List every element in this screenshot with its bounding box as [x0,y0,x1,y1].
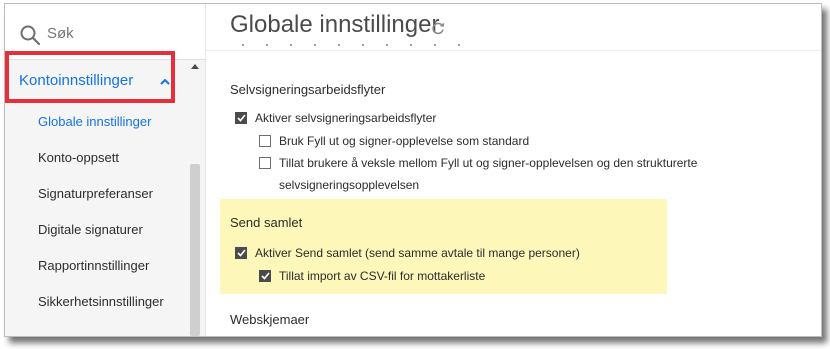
sidebar-scrollbar[interactable] [188,60,202,336]
page-header: Globale innstillinger [206,4,821,51]
search-bar [5,4,205,60]
option-use-fill-sign-default[interactable]: Bruk Fyll ut og signer-opplevelse som st… [259,134,529,148]
option-label: Tillat import av CSV-fil for mottakerlis… [279,269,486,283]
checkmark-icon [236,114,246,122]
sidebar-item-security-settings[interactable]: Sikkerhetsinnstillinger [5,284,188,320]
chevron-up-icon[interactable] [159,76,171,88]
checkbox-use-fill-sign-default[interactable] [259,135,271,147]
page-title: Globale innstillinger [230,11,440,38]
search-icon[interactable] [19,24,41,46]
app-window: Kontoinnstillinger Globale innstillinger… [4,3,822,337]
sidebar-item-digital-signatures[interactable]: Digitale signaturer [5,212,188,248]
sidebar-item-report-settings[interactable]: Rapportinnstillinger [5,248,188,284]
sidebar-item-global-settings[interactable]: Globale innstillinger [5,104,188,140]
option-label-line-1: Tillat brukere å veksle mellom Fyll ut o… [279,156,698,170]
option-allow-toggle-experience[interactable]: Tillat brukere å veksle mellom Fyll ut o… [259,156,697,196]
sidebar-items: Globale innstillinger Konto-oppsett Sign… [5,104,188,320]
option-enable-send-in-bulk[interactable]: Aktiver Send samlet (send samme avtale t… [235,246,580,260]
sidebar-group-account-settings[interactable]: Kontoinnstillinger [5,60,188,104]
option-label: Aktiver Send samlet (send samme avtale t… [255,246,580,260]
option-allow-csv-import[interactable]: Tillat import av CSV-fil for mottakerlis… [259,269,485,283]
section-title-send-in-bulk: Send samlet [230,215,303,230]
checkbox-allow-toggle-experience[interactable] [259,157,271,169]
section-title-self-sign: Selvsigneringsarbeidsflyter [230,82,386,97]
sidebar-item-account-setup[interactable]: Konto-oppsett [5,140,188,176]
option-label-line-2: selvsigneringsopplevelsen [279,178,420,192]
search-input[interactable] [45,24,189,43]
main-content: Globale innstillinger Selvsigneringsarbe… [206,4,821,336]
scrollbar-thumb[interactable] [190,164,200,336]
option-enable-self-sign[interactable]: Aktiver selvsigneringsarbeidsflyter [235,111,436,125]
checkmark-icon [236,249,246,257]
refresh-icon[interactable] [431,21,445,35]
checkbox-enable-self-sign[interactable] [235,112,247,124]
scroll-up-arrow-icon[interactable] [191,64,199,69]
section-title-web-forms: Webskjemaer [230,312,310,327]
checkbox-enable-send-in-bulk[interactable] [235,247,247,259]
option-label: Aktiver selvsigneringsarbeidsflyter [255,111,437,125]
sidebar-group-label[interactable]: Kontoinnstillinger [19,72,133,89]
checkbox-allow-csv-import[interactable] [259,270,271,282]
option-label: Bruk Fyll ut og signer-opplevelse som st… [279,134,530,148]
sidebar: Kontoinnstillinger Globale innstillinger… [5,4,206,336]
sidebar-nav: Kontoinnstillinger Globale innstillinger… [5,60,188,309]
truncated-content-divider [242,44,482,46]
checkmark-icon [260,272,270,280]
sidebar-item-signature-preferences[interactable]: Signaturpreferanser [5,176,188,212]
option-label: Tillat brukere å veksle mellom Fyll ut o… [279,152,697,196]
